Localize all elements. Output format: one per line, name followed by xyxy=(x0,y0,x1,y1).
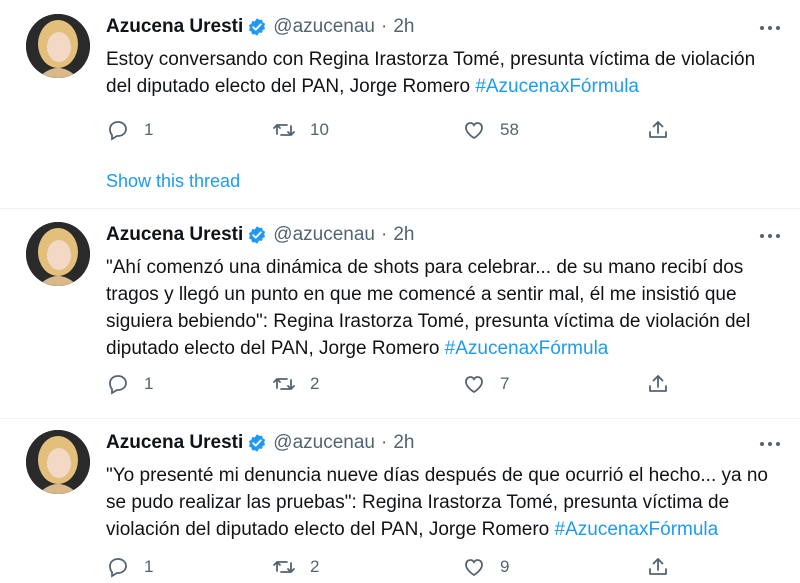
retweet-button[interactable]: 2 xyxy=(272,555,319,579)
reply-count: 1 xyxy=(144,557,154,576)
avatar-image xyxy=(26,222,90,286)
tweet-actions: 1 10 58 xyxy=(106,118,772,144)
verified-badge-icon xyxy=(249,434,266,452)
retweet-icon xyxy=(273,561,295,573)
retweet-count: 2 xyxy=(310,557,320,576)
share-icon xyxy=(649,558,667,575)
tweet-text: "Ahí comenzó una dinámica de shots para … xyxy=(106,254,772,362)
tweet-text-body: "Ahí comenzó una dinámica de shots para … xyxy=(106,257,751,359)
author-handle[interactable]: @azucenau xyxy=(273,432,375,454)
share-button[interactable] xyxy=(646,555,684,579)
tweet-actions: 1 2 7 xyxy=(106,372,772,398)
like-count: 7 xyxy=(500,374,510,393)
heart-icon xyxy=(465,376,483,394)
reply-button[interactable]: 1 xyxy=(106,118,153,142)
tweet-text-body: Estoy conversando con Regina Irastorza T… xyxy=(106,49,756,97)
separator-dot: · xyxy=(380,16,388,37)
tweet-timestamp[interactable]: 2h xyxy=(393,224,414,246)
more-options-button[interactable] xyxy=(758,434,782,454)
tweet[interactable]: Azucena Uresti @azucenau · 2h Estoy conv… xyxy=(0,14,800,174)
heart-icon xyxy=(465,559,483,577)
like-button[interactable]: 58 xyxy=(462,118,519,142)
divider xyxy=(0,418,800,419)
share-button[interactable] xyxy=(646,372,684,396)
avatar-image xyxy=(26,14,90,78)
separator-dot: · xyxy=(380,432,388,453)
more-dots-icon xyxy=(760,26,780,30)
tweet-actions: 1 2 9 xyxy=(106,555,772,581)
retweet-icon xyxy=(273,124,295,136)
share-icon xyxy=(649,375,667,392)
tweet-timestamp[interactable]: 2h xyxy=(393,432,414,454)
tweet-text: Estoy conversando con Regina Irastorza T… xyxy=(106,46,772,100)
reply-icon xyxy=(109,558,127,578)
retweet-icon xyxy=(273,378,295,390)
retweet-button[interactable]: 2 xyxy=(272,372,319,396)
verified-badge-icon xyxy=(249,18,266,36)
like-button[interactable]: 9 xyxy=(462,555,509,579)
retweet-count: 2 xyxy=(310,374,320,393)
show-thread-link[interactable]: Show this thread xyxy=(106,171,240,192)
reply-icon xyxy=(109,121,127,141)
tweet[interactable]: Azucena Uresti @azucenau · 2h "Yo presen… xyxy=(0,430,800,583)
more-options-button[interactable] xyxy=(758,226,782,246)
tweet-header: Azucena Uresti @azucenau · 2h xyxy=(106,432,414,454)
author-handle[interactable]: @azucenau xyxy=(273,16,375,38)
like-count: 9 xyxy=(500,557,510,576)
avatar[interactable] xyxy=(26,222,90,286)
tweet-text: "Yo presenté mi denuncia nueve días desp… xyxy=(106,462,772,543)
tweet-header: Azucena Uresti @azucenau · 2h xyxy=(106,16,414,38)
more-options-button[interactable] xyxy=(758,18,782,38)
avatar[interactable] xyxy=(26,430,90,494)
share-icon xyxy=(649,121,667,138)
like-count: 58 xyxy=(500,120,519,139)
more-dots-icon xyxy=(760,442,780,446)
divider xyxy=(0,208,800,209)
reply-count: 1 xyxy=(144,374,154,393)
reply-icon xyxy=(109,375,127,395)
avatar-image xyxy=(26,430,90,494)
more-dots-icon xyxy=(760,234,780,238)
avatar[interactable] xyxy=(26,14,90,78)
separator-dot: · xyxy=(380,224,388,245)
tweet[interactable]: Azucena Uresti @azucenau · 2h "Ahí comen… xyxy=(0,222,800,412)
hashtag-link[interactable]: #AzucenaxFórmula xyxy=(555,519,719,540)
like-button[interactable]: 7 xyxy=(462,372,509,396)
reply-count: 1 xyxy=(144,120,154,139)
tweet-header: Azucena Uresti @azucenau · 2h xyxy=(106,224,414,246)
author-name[interactable]: Azucena Uresti xyxy=(106,224,243,246)
author-handle[interactable]: @azucenau xyxy=(273,224,375,246)
heart-icon xyxy=(465,122,483,140)
hashtag-link[interactable]: #AzucenaxFórmula xyxy=(445,338,609,359)
reply-button[interactable]: 1 xyxy=(106,555,153,579)
retweet-button[interactable]: 10 xyxy=(272,118,329,142)
author-name[interactable]: Azucena Uresti xyxy=(106,432,243,454)
share-button[interactable] xyxy=(646,118,684,142)
verified-badge-icon xyxy=(249,226,266,244)
author-name[interactable]: Azucena Uresti xyxy=(106,16,243,38)
retweet-count: 10 xyxy=(310,120,329,139)
reply-button[interactable]: 1 xyxy=(106,372,153,396)
tweet-timestamp[interactable]: 2h xyxy=(393,16,414,38)
hashtag-link[interactable]: #AzucenaxFórmula xyxy=(475,76,639,97)
tweet-feed: Azucena Uresti @azucenau · 2h Estoy conv… xyxy=(0,0,800,583)
